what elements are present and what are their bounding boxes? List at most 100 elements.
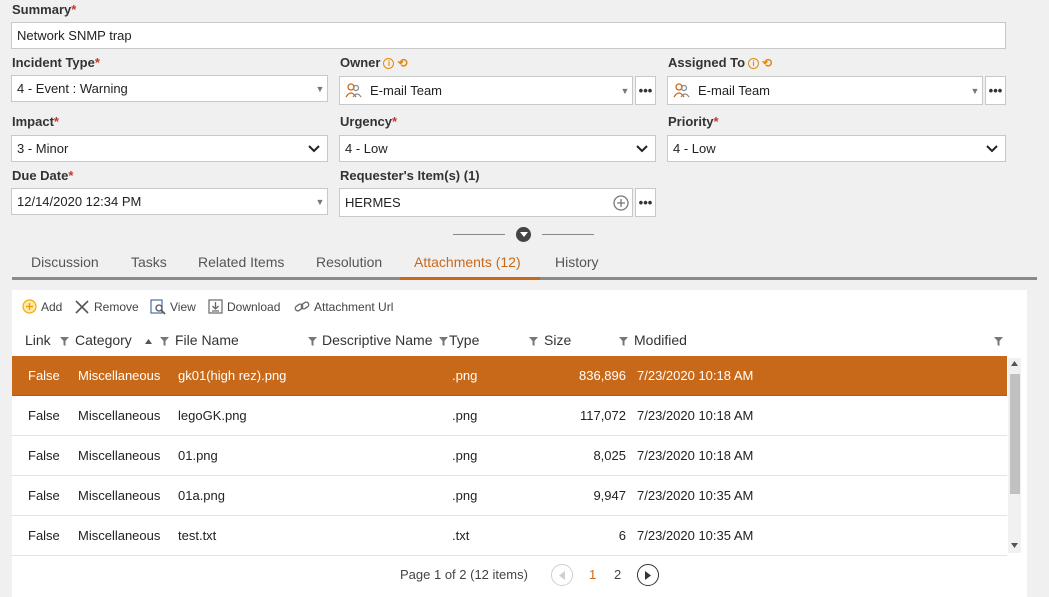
- urgency-label: Urgency*: [340, 114, 398, 129]
- requesters-items-more-button[interactable]: •••: [635, 188, 656, 217]
- team-icon: [345, 83, 362, 98]
- tab-related-items[interactable]: Related Items: [198, 254, 284, 270]
- impact-label: Impact*: [12, 114, 59, 129]
- cell-modified: 7/23/2020 10:35 AM: [637, 528, 754, 543]
- cell-size: 6: [618, 528, 626, 543]
- filter-icon[interactable]: [60, 337, 69, 346]
- col-header-type[interactable]: Type: [449, 332, 479, 348]
- due-date-field[interactable]: 12/14/2020 12:34 PM ▼: [11, 188, 328, 215]
- table-row[interactable]: False Miscellaneous legoGK.png .png 117,…: [12, 396, 1007, 436]
- impact-select[interactable]: 3 - Minor: [11, 135, 328, 162]
- cell-category: Miscellaneous: [78, 368, 161, 383]
- scroll-down-icon[interactable]: [1011, 543, 1018, 548]
- filter-icon[interactable]: [529, 337, 538, 346]
- tab-tasks[interactable]: Tasks: [131, 254, 167, 270]
- tab-resolution[interactable]: Resolution: [316, 254, 382, 270]
- attachment-url-button[interactable]: Attachment Url: [294, 299, 393, 314]
- cell-file-name: test.txt: [178, 528, 217, 543]
- dropdown-caret-icon[interactable]: ▼: [313, 189, 327, 214]
- table-row[interactable]: False Miscellaneous test.txt .txt 6 7/23…: [12, 516, 1007, 556]
- attachments-panel: Add Remove View Download Attachment Url …: [12, 290, 1027, 597]
- table-row[interactable]: False Miscellaneous gk01(high rez).png .…: [12, 356, 1007, 396]
- remove-button[interactable]: Remove: [74, 299, 139, 315]
- page-1-link[interactable]: 1: [589, 567, 596, 582]
- cell-category: Miscellaneous: [78, 528, 161, 543]
- cell-file-name: 01a.png: [178, 488, 225, 503]
- summary-label: Summary*: [12, 2, 77, 17]
- cell-type: .png: [452, 448, 478, 463]
- col-header-descriptive-name[interactable]: Descriptive Name: [322, 332, 432, 348]
- dropdown-caret-icon[interactable]: ▼: [968, 77, 982, 104]
- cell-category: Miscellaneous: [78, 408, 161, 423]
- team-icon: [673, 83, 690, 98]
- divider-left: [453, 234, 505, 235]
- filter-icon[interactable]: [439, 337, 448, 346]
- reset-icon[interactable]: ⟲: [397, 56, 407, 70]
- cell-type: .png: [452, 488, 478, 503]
- table-row[interactable]: False Miscellaneous 01a.png .png 9,947 7…: [12, 476, 1007, 516]
- col-header-file-name[interactable]: File Name: [175, 332, 239, 348]
- filter-icon[interactable]: [619, 337, 628, 346]
- dropdown-caret-icon[interactable]: ▼: [618, 77, 632, 104]
- reset-icon[interactable]: ⟲: [762, 56, 772, 70]
- owner-field[interactable]: E-mail Team ▼: [339, 76, 633, 105]
- next-page-icon[interactable]: [637, 564, 659, 586]
- add-circle-icon[interactable]: [610, 194, 632, 211]
- cell-modified: 7/23/2020 10:18 AM: [637, 368, 754, 383]
- cell-size: 8,025: [593, 448, 626, 463]
- priority-select[interactable]: 4 - Low: [667, 135, 1006, 162]
- tab-discussion[interactable]: Discussion: [31, 254, 99, 270]
- filter-icon[interactable]: [160, 337, 169, 346]
- cell-file-name: 01.png: [178, 448, 218, 463]
- chevron-down-icon[interactable]: [301, 144, 327, 153]
- col-header-link[interactable]: Link: [25, 332, 51, 348]
- table-row[interactable]: False Miscellaneous 01.png .png 8,025 7/…: [12, 436, 1007, 476]
- requesters-items-label: Requester's Item(s) (1): [340, 168, 480, 183]
- col-header-size[interactable]: Size: [544, 332, 571, 348]
- add-button[interactable]: Add: [22, 299, 62, 314]
- col-header-category[interactable]: Category: [75, 332, 132, 348]
- scrollbar-thumb[interactable]: [1010, 374, 1020, 494]
- filter-icon[interactable]: [308, 337, 317, 346]
- active-tab-indicator: [400, 277, 540, 280]
- due-date-label: Due Date*: [12, 168, 74, 183]
- prev-page-icon[interactable]: [551, 564, 573, 586]
- cell-modified: 7/23/2020 10:35 AM: [637, 488, 754, 503]
- assigned-to-more-button[interactable]: •••: [985, 76, 1006, 105]
- download-button[interactable]: Download: [208, 299, 280, 314]
- info-icon[interactable]: i: [748, 58, 760, 69]
- incident-type-label: Incident Type*: [12, 55, 100, 70]
- dropdown-caret-icon[interactable]: ▼: [313, 76, 327, 101]
- cell-modified: 7/23/2020 10:18 AM: [637, 408, 754, 423]
- requesters-items-field[interactable]: HERMES: [339, 188, 633, 217]
- cell-size: 836,896: [579, 368, 626, 383]
- link-icon: [294, 301, 310, 312]
- tab-attachments[interactable]: Attachments (12): [414, 254, 521, 270]
- download-icon: [208, 299, 223, 314]
- urgency-select[interactable]: 4 - Low: [339, 135, 656, 162]
- view-button[interactable]: View: [150, 299, 196, 315]
- filter-icon[interactable]: [994, 337, 1003, 346]
- sort-asc-icon[interactable]: [145, 339, 152, 344]
- summary-field[interactable]: Network SNMP trap: [11, 22, 1006, 49]
- cell-link: False: [28, 528, 60, 543]
- col-header-modified[interactable]: Modified: [634, 332, 687, 348]
- cell-size: 9,947: [593, 488, 626, 503]
- collapse-icon[interactable]: [516, 227, 531, 242]
- remove-icon: [75, 300, 89, 314]
- priority-label: Priority*: [668, 114, 719, 129]
- owner-more-button[interactable]: •••: [635, 76, 656, 105]
- assigned-to-field[interactable]: E-mail Team ▼: [667, 76, 983, 105]
- page-2-link[interactable]: 2: [614, 567, 621, 582]
- owner-label: Owner i ⟲: [340, 55, 408, 70]
- tab-history[interactable]: History: [555, 254, 599, 270]
- info-icon[interactable]: i: [383, 58, 395, 69]
- table-scrollbar[interactable]: [1008, 358, 1021, 553]
- scroll-up-icon[interactable]: [1011, 361, 1018, 366]
- chevron-down-icon[interactable]: [979, 144, 1005, 153]
- incident-type-select[interactable]: 4 - Event : Warning ▼: [11, 75, 328, 102]
- cell-category: Miscellaneous: [78, 448, 161, 463]
- cell-type: .txt: [452, 528, 470, 543]
- chevron-down-icon[interactable]: [629, 144, 655, 153]
- cell-file-name: legoGK.png: [178, 408, 247, 423]
